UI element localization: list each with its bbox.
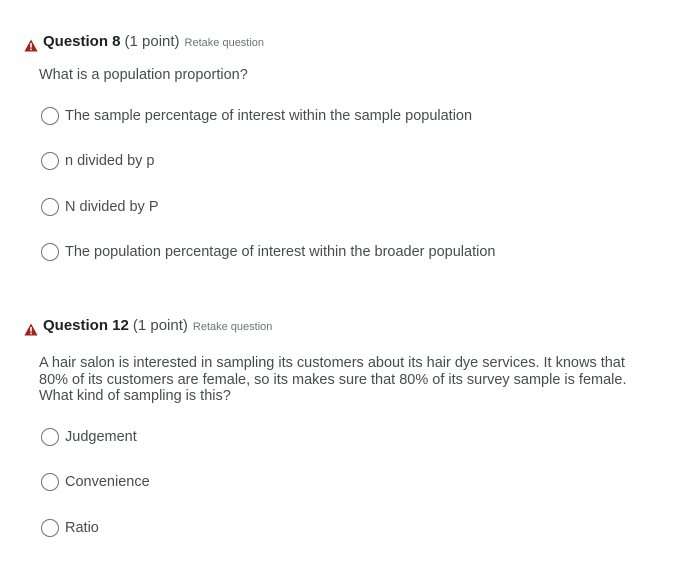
retake-question-label: Retake question	[184, 37, 265, 49]
radio-button[interactable]	[41, 518, 59, 537]
radio-button[interactable]	[41, 106, 59, 125]
question-prompt: What is a population proportion?	[39, 67, 248, 83]
answer-option[interactable]: N divided by P	[41, 195, 664, 219]
question-title: Question 12	[43, 317, 129, 334]
question-points: (1 point)	[124, 33, 180, 50]
option-label[interactable]: The sample percentage of interest within…	[65, 108, 472, 124]
option-label[interactable]: The population percentage of interest wi…	[65, 244, 495, 260]
option-label[interactable]: Convenience	[65, 474, 150, 490]
answer-option[interactable]: Ratio	[41, 516, 664, 540]
warning-icon	[24, 323, 38, 335]
answer-option[interactable]: n divided by p	[41, 149, 664, 173]
answer-options: Judgement Convenience Ratio	[41, 425, 664, 540]
answer-option[interactable]: Judgement	[41, 425, 664, 449]
answer-options: The sample percentage of interest within…	[41, 104, 664, 265]
radio-button[interactable]	[41, 473, 59, 491]
option-label[interactable]: n divided by p	[65, 153, 154, 169]
question-points: (1 point)	[132, 317, 188, 334]
question-prompt: A hair salon is interested in sampling i…	[39, 355, 627, 404]
retake-question-label: Retake question	[192, 321, 273, 333]
radio-button[interactable]	[41, 427, 59, 446]
answer-option[interactable]: Convenience	[41, 470, 664, 494]
answer-option[interactable]: The sample percentage of interest within…	[41, 104, 664, 128]
option-label[interactable]: Ratio	[65, 520, 99, 536]
question-header: Question 8 (1 point) Retake question	[24, 33, 664, 55]
question-title: Question 8	[43, 33, 121, 50]
question-header: Question 12 (1 point) Retake question	[24, 317, 664, 339]
question-8: Question 8 (1 point) Retake question Wha…	[24, 33, 664, 286]
option-label[interactable]: Judgement	[65, 429, 137, 445]
question-12: Question 12 (1 point) Retake question A …	[24, 317, 664, 561]
radio-button[interactable]	[41, 152, 59, 170]
option-label[interactable]: N divided by P	[65, 199, 159, 215]
warning-icon	[24, 39, 38, 51]
answer-option[interactable]: The population percentage of interest wi…	[41, 240, 664, 264]
radio-button[interactable]	[41, 243, 59, 261]
radio-button[interactable]	[41, 197, 59, 216]
